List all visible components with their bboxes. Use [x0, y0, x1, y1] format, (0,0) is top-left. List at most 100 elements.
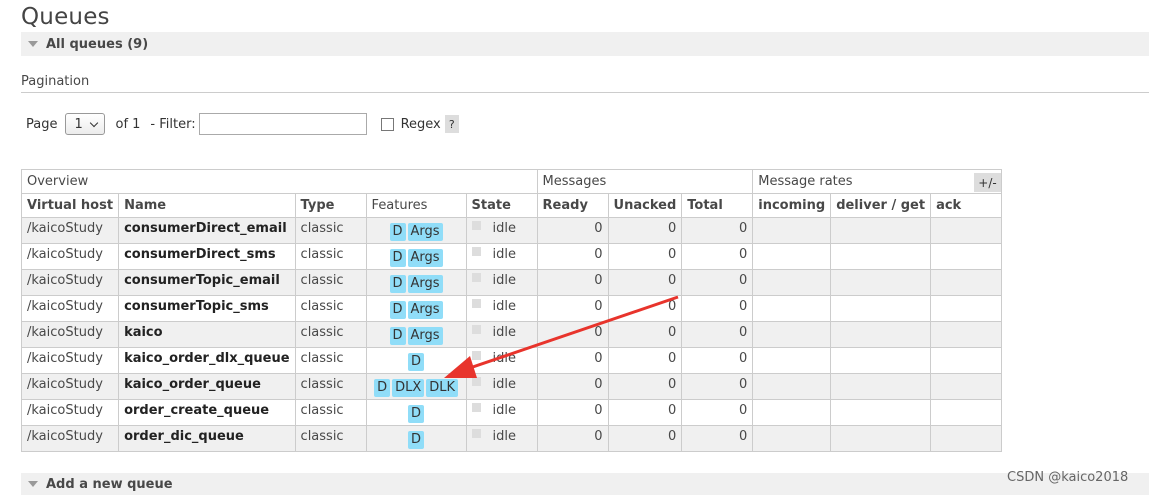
feature-badge[interactable]: DLX [392, 379, 425, 397]
type-cell: classic [294, 269, 367, 296]
watermark: CSDN @kaico2018 [1007, 470, 1129, 485]
ack-rate-cell [930, 373, 1003, 400]
state-indicator-icon [471, 273, 481, 282]
state-indicator-icon [471, 299, 481, 308]
queue-name-link[interactable]: consumerTopic_sms [118, 295, 296, 322]
table-row: /kaicoStudy order_dic_queue classic Didle 0 0… [20, 425, 1003, 452]
vhost-cell: /kaicoStudy [20, 373, 120, 400]
state-indicator-icon [471, 403, 481, 412]
features-cell: D Args [365, 269, 467, 296]
feature-badge[interactable]: Args [407, 275, 443, 293]
state-cell: idle [465, 217, 538, 244]
feature-badge[interactable]: D [389, 301, 406, 319]
unacked-cell: 0 [607, 399, 683, 426]
add-queue-label: Add a new queue [46, 476, 173, 492]
ack-rate-cell [930, 347, 1003, 374]
feature-badge[interactable]: Args [407, 327, 443, 345]
col-total[interactable]: Total [681, 193, 754, 218]
toggle-columns-button[interactable]: +/- [974, 173, 1001, 192]
ack-rate-cell [930, 295, 1003, 322]
feature-badge[interactable]: D [389, 275, 406, 293]
feature-badge[interactable]: D [389, 327, 406, 345]
state-label: idle [492, 325, 517, 340]
regex-help-button[interactable]: ? [444, 115, 459, 133]
feature-badge[interactable]: D [408, 405, 425, 423]
ack-rate-cell [930, 321, 1003, 348]
col-features[interactable]: Features [365, 193, 467, 218]
ack-rate-cell [930, 243, 1003, 270]
feature-badge[interactable]: Args [407, 301, 443, 319]
queue-name-link[interactable]: kaico [118, 321, 296, 348]
page-select[interactable]: 1 [65, 113, 106, 135]
queue-name-link[interactable]: consumerTopic_email [118, 269, 296, 296]
table-row: /kaicoStudy kaico_order_queue classic D DLX D… [20, 373, 1003, 400]
deliver-get-rate-cell [830, 425, 932, 452]
table-row: /kaicoStudy consumerTopic_email classic D Ar… [20, 269, 1003, 296]
unacked-cell: 0 [607, 243, 683, 270]
col-type[interactable]: Type [294, 193, 367, 218]
col-name[interactable]: Name [118, 193, 296, 218]
total-cell: 0 [681, 425, 754, 452]
deliver-get-rate-cell [830, 399, 932, 426]
type-cell: classic [294, 243, 367, 270]
table-row: /kaicoStudy consumerDirect_sms classic D Arg… [20, 243, 1003, 270]
queue-name-link[interactable]: consumerDirect_email [118, 217, 296, 244]
deliver-get-rate-cell [830, 321, 932, 348]
features-cell: D [365, 399, 467, 426]
incoming-rate-cell [752, 425, 832, 452]
unacked-cell: 0 [607, 295, 683, 322]
col-incoming[interactable]: incoming [752, 193, 832, 218]
state-label: idle [492, 429, 517, 444]
ack-rate-cell [930, 425, 1003, 452]
filter-input[interactable] [198, 113, 367, 135]
incoming-rate-cell [752, 399, 832, 426]
page-select-value: 1 [74, 116, 83, 132]
col-ready[interactable]: Ready [536, 193, 609, 218]
feature-badge[interactable]: D [408, 353, 425, 371]
queue-name-link[interactable]: order_dic_queue [118, 425, 296, 452]
feature-badge[interactable]: DLK [426, 379, 459, 397]
all-queues-label: All queues (9) [46, 36, 149, 52]
state-label: idle [492, 403, 517, 418]
col-ack[interactable]: ack [930, 193, 1003, 218]
state-indicator-icon [471, 325, 481, 334]
state-label: idle [492, 221, 517, 236]
col-virtual-host[interactable]: Virtual host [20, 193, 120, 218]
feature-badge[interactable]: D [374, 379, 391, 397]
vhost-cell: /kaicoStudy [20, 295, 120, 322]
deliver-get-rate-cell [830, 217, 932, 244]
total-cell: 0 [681, 321, 754, 348]
col-deliver-get[interactable]: deliver / get [830, 193, 932, 218]
queue-name-link[interactable]: kaico_order_queue [118, 373, 296, 400]
feature-badge[interactable]: D [389, 249, 406, 267]
feature-badge[interactable]: Args [407, 249, 443, 267]
chevron-down-icon [90, 118, 99, 128]
unacked-cell: 0 [607, 269, 683, 296]
features-cell: D [365, 347, 467, 374]
state-indicator-icon [471, 377, 481, 386]
table-row: /kaicoStudy consumerTopic_sms classic D Args… [20, 295, 1003, 322]
feature-badge[interactable]: D [389, 223, 406, 241]
incoming-rate-cell [752, 347, 832, 374]
vhost-cell: /kaicoStudy [20, 347, 120, 374]
queue-name-link[interactable]: order_create_queue [118, 399, 296, 426]
feature-badge[interactable]: Args [407, 223, 443, 241]
col-state[interactable]: State [465, 193, 538, 218]
unacked-cell: 0 [607, 373, 683, 400]
queue-name-link[interactable]: consumerDirect_sms [118, 243, 296, 270]
col-unacked[interactable]: Unacked [607, 193, 683, 218]
ready-cell: 0 [536, 373, 609, 400]
vhost-cell: /kaicoStudy [20, 217, 120, 244]
incoming-rate-cell [752, 217, 832, 244]
pagination-heading: Pagination [21, 74, 90, 89]
queue-name-link[interactable]: kaico_order_dlx_queue [118, 347, 296, 374]
regex-checkbox[interactable] [380, 117, 394, 131]
features-cell: D Args [365, 321, 467, 348]
pagination-controls: Page 1 of 1 - Filter: Regex ? [26, 112, 459, 136]
type-cell: classic [294, 295, 367, 322]
feature-badge[interactable]: D [408, 431, 425, 449]
deliver-get-rate-cell [830, 347, 932, 374]
state-indicator-icon [471, 351, 481, 360]
all-queues-section-toggle[interactable]: All queues (9) [21, 32, 1149, 56]
page-title: Queues [21, 4, 110, 30]
